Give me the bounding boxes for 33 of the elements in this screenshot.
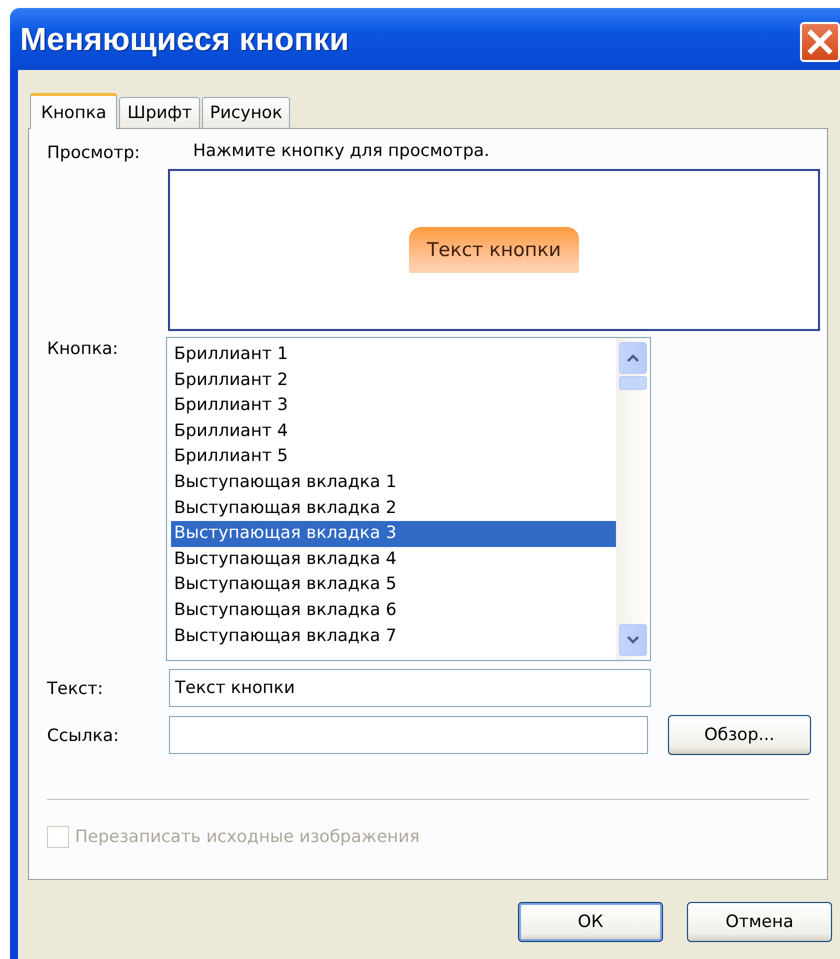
list-item[interactable]: Бриллиант 1 [171,342,616,368]
scroll-thumb[interactable] [619,376,647,390]
scroll-up-button[interactable] [619,342,647,374]
cancel-button[interactable]: Отмена [687,902,832,942]
preview-label: Просмотр: [47,142,141,163]
up-chevron-icon [626,353,640,363]
list-item[interactable]: Бриллиант 5 [171,444,616,470]
link-input-field[interactable] [169,716,648,754]
list-item[interactable]: Выступающая вкладка 1 [171,470,616,496]
list-item[interactable]: Бриллиант 2 [171,368,616,394]
list-item[interactable]: Выступающая вкладка 2 [171,496,616,522]
browse-button[interactable]: Обзор... [668,715,811,755]
preview-button[interactable]: Текст кнопки [408,227,580,273]
link-label: Ссылка: [47,725,120,746]
list-item[interactable]: Бриллиант 3 [171,393,616,419]
list-item[interactable]: Выступающая вкладка 6 [171,598,616,624]
tab[interactable]: Кнопка [30,93,118,129]
window-title: Меняющиеся кнопки [20,20,350,58]
scroll-down-button[interactable] [619,624,647,656]
list-item[interactable]: Выступающая вкладка 5 [171,572,616,598]
tab[interactable]: Шрифт [119,97,200,128]
close-icon [805,27,835,57]
list-item[interactable]: Выступающая вкладка 4 [171,546,616,572]
close-button[interactable] [800,22,840,62]
list-item[interactable]: Выступающая вкладка 7 [171,624,616,650]
list-item[interactable]: Выступающая вкладка 3 [171,521,616,547]
tab[interactable]: Рисунок [202,97,290,128]
overwrite-label: Перезаписать исходные изображения [75,827,420,847]
list-item[interactable]: Бриллиант 4 [171,418,616,444]
down-chevron-icon [626,635,640,645]
ok-button[interactable]: ОК [518,902,663,942]
preview-hint: Нажмите кнопку для просмотра. [193,141,490,161]
text-input-field[interactable]: Текст кнопки [169,669,651,707]
